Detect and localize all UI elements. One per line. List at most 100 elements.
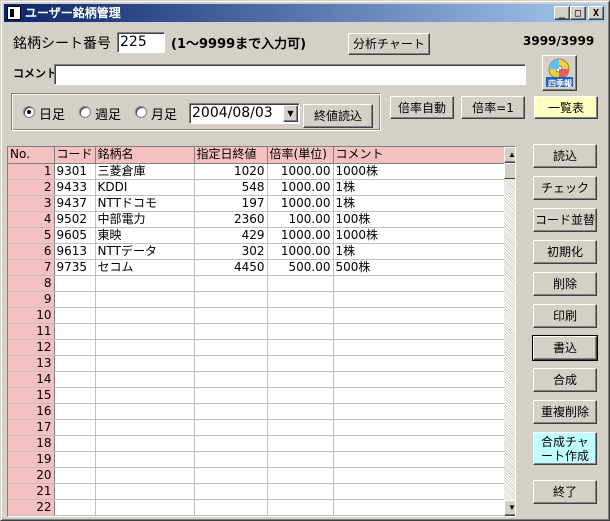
monthly-radio-label[interactable]: 月足 bbox=[151, 104, 177, 123]
name-cell[interactable] bbox=[95, 339, 195, 356]
close-price-cell[interactable]: 429 bbox=[194, 227, 268, 244]
close-price-cell[interactable] bbox=[194, 483, 268, 500]
column-header-ratio[interactable]: 倍率(単位) bbox=[267, 147, 334, 164]
comment-cell[interactable] bbox=[333, 291, 510, 308]
code-cell[interactable] bbox=[54, 291, 96, 308]
row-number-cell[interactable]: 4 bbox=[8, 211, 55, 228]
name-cell[interactable] bbox=[95, 323, 195, 340]
close-price-cell[interactable] bbox=[194, 275, 268, 292]
close-price-cell[interactable] bbox=[194, 467, 268, 484]
comment-cell[interactable] bbox=[333, 451, 510, 468]
close-price-cell[interactable] bbox=[194, 451, 268, 468]
name-cell[interactable] bbox=[95, 483, 195, 500]
row-number-cell[interactable]: 12 bbox=[8, 339, 55, 356]
vertical-scrollbar[interactable]: ▲ ▼ bbox=[504, 147, 515, 516]
table-row[interactable]: 14 bbox=[8, 371, 510, 388]
comment-cell[interactable] bbox=[333, 435, 510, 452]
ratio-cell[interactable] bbox=[267, 339, 334, 356]
column-header-code[interactable]: コード bbox=[54, 147, 96, 164]
name-cell[interactable] bbox=[95, 371, 195, 388]
row-number-cell[interactable]: 19 bbox=[8, 451, 55, 468]
name-cell[interactable]: セコム bbox=[95, 259, 195, 276]
delete-button[interactable]: 削除 bbox=[533, 272, 597, 296]
weekly-radio[interactable] bbox=[79, 106, 91, 118]
close-price-cell[interactable] bbox=[194, 323, 268, 340]
sort-by-code-button[interactable]: コード並替 bbox=[533, 208, 597, 232]
comment-cell[interactable] bbox=[333, 419, 510, 436]
scroll-thumb[interactable] bbox=[504, 163, 515, 179]
code-cell[interactable]: 9437 bbox=[54, 195, 96, 212]
ratio-cell[interactable]: 1000.00 bbox=[267, 179, 334, 196]
ratio-one-button[interactable]: 倍率=1 bbox=[461, 96, 525, 119]
ratio-cell[interactable] bbox=[267, 291, 334, 308]
row-number-cell[interactable]: 5 bbox=[8, 227, 55, 244]
ratio-cell[interactable]: 100.00 bbox=[267, 211, 334, 228]
comment-cell[interactable] bbox=[333, 403, 510, 420]
row-number-cell[interactable]: 13 bbox=[8, 355, 55, 372]
ratio-cell[interactable] bbox=[267, 371, 334, 388]
row-number-cell[interactable]: 21 bbox=[8, 483, 55, 500]
row-number-cell[interactable]: 11 bbox=[8, 323, 55, 340]
row-number-cell[interactable]: 16 bbox=[8, 403, 55, 420]
table-row[interactable]: 15 bbox=[8, 387, 510, 404]
code-cell[interactable] bbox=[54, 307, 96, 324]
analysis-chart-button[interactable]: 分析チャート bbox=[348, 33, 430, 55]
table-row[interactable]: 21 bbox=[8, 483, 510, 500]
merge-button[interactable]: 合成 bbox=[533, 368, 597, 392]
comment-cell[interactable] bbox=[333, 355, 510, 372]
scroll-down-button[interactable]: ▼ bbox=[504, 500, 515, 516]
date-select[interactable]: 2004/08/03 ▼ bbox=[189, 103, 300, 124]
print-button[interactable]: 印刷 bbox=[533, 304, 597, 328]
name-cell[interactable] bbox=[95, 419, 195, 436]
name-cell[interactable]: KDDI bbox=[95, 179, 195, 196]
initialize-button[interactable]: 初期化 bbox=[533, 240, 597, 264]
comment-input[interactable] bbox=[54, 64, 526, 85]
scroll-up-button[interactable]: ▲ bbox=[504, 147, 515, 163]
list-view-button[interactable]: 一覧表 bbox=[534, 96, 598, 119]
code-cell[interactable]: 9613 bbox=[54, 243, 96, 260]
code-cell[interactable]: 9433 bbox=[54, 179, 96, 196]
row-number-cell[interactable]: 14 bbox=[8, 371, 55, 388]
ratio-cell[interactable]: 1000.00 bbox=[267, 163, 334, 180]
name-cell[interactable] bbox=[95, 275, 195, 292]
table-row[interactable]: 2 9433 KDDI 548 1000.00 1株 bbox=[8, 179, 510, 196]
close-price-cell[interactable]: 548 bbox=[194, 179, 268, 196]
close-price-cell[interactable] bbox=[194, 307, 268, 324]
row-number-cell[interactable]: 8 bbox=[8, 275, 55, 292]
row-number-cell[interactable]: 10 bbox=[8, 307, 55, 324]
ratio-cell[interactable] bbox=[267, 387, 334, 404]
code-cell[interactable] bbox=[54, 467, 96, 484]
row-number-cell[interactable]: 9 bbox=[8, 291, 55, 308]
code-cell[interactable] bbox=[54, 419, 96, 436]
read-button[interactable]: 読込 bbox=[533, 144, 597, 168]
comment-cell[interactable]: 1000株 bbox=[333, 227, 510, 244]
comment-cell[interactable] bbox=[333, 467, 510, 484]
name-cell[interactable] bbox=[95, 467, 195, 484]
row-number-cell[interactable]: 15 bbox=[8, 387, 55, 404]
table-row[interactable]: 18 bbox=[8, 435, 510, 452]
column-header-name[interactable]: 銘柄名 bbox=[95, 147, 195, 164]
comment-cell[interactable]: 100株 bbox=[333, 211, 510, 228]
table-row[interactable]: 17 bbox=[8, 419, 510, 436]
table-row[interactable]: 12 bbox=[8, 339, 510, 356]
column-header-no[interactable]: No. bbox=[8, 147, 55, 164]
row-number-cell[interactable]: 17 bbox=[8, 419, 55, 436]
shikiho-logo-button[interactable]: 四季報 bbox=[542, 55, 577, 91]
ratio-cell[interactable]: 1000.00 bbox=[267, 243, 334, 260]
code-cell[interactable]: 9605 bbox=[54, 227, 96, 244]
table-row[interactable]: 16 bbox=[8, 403, 510, 420]
comment-cell[interactable] bbox=[333, 387, 510, 404]
table-row[interactable]: 4 9502 中部電力 2360 100.00 100株 bbox=[8, 211, 510, 228]
code-cell[interactable] bbox=[54, 323, 96, 340]
comment-cell[interactable] bbox=[333, 307, 510, 324]
code-cell[interactable]: 9502 bbox=[54, 211, 96, 228]
comment-cell[interactable]: 500株 bbox=[333, 259, 510, 276]
write-button[interactable]: 書込 bbox=[532, 335, 598, 361]
row-number-cell[interactable]: 20 bbox=[8, 467, 55, 484]
ratio-cell[interactable] bbox=[267, 307, 334, 324]
name-cell[interactable] bbox=[95, 355, 195, 372]
row-number-cell[interactable]: 7 bbox=[8, 259, 55, 276]
name-cell[interactable] bbox=[95, 291, 195, 308]
name-cell[interactable] bbox=[95, 451, 195, 468]
ratio-cell[interactable]: 500.00 bbox=[267, 259, 334, 276]
